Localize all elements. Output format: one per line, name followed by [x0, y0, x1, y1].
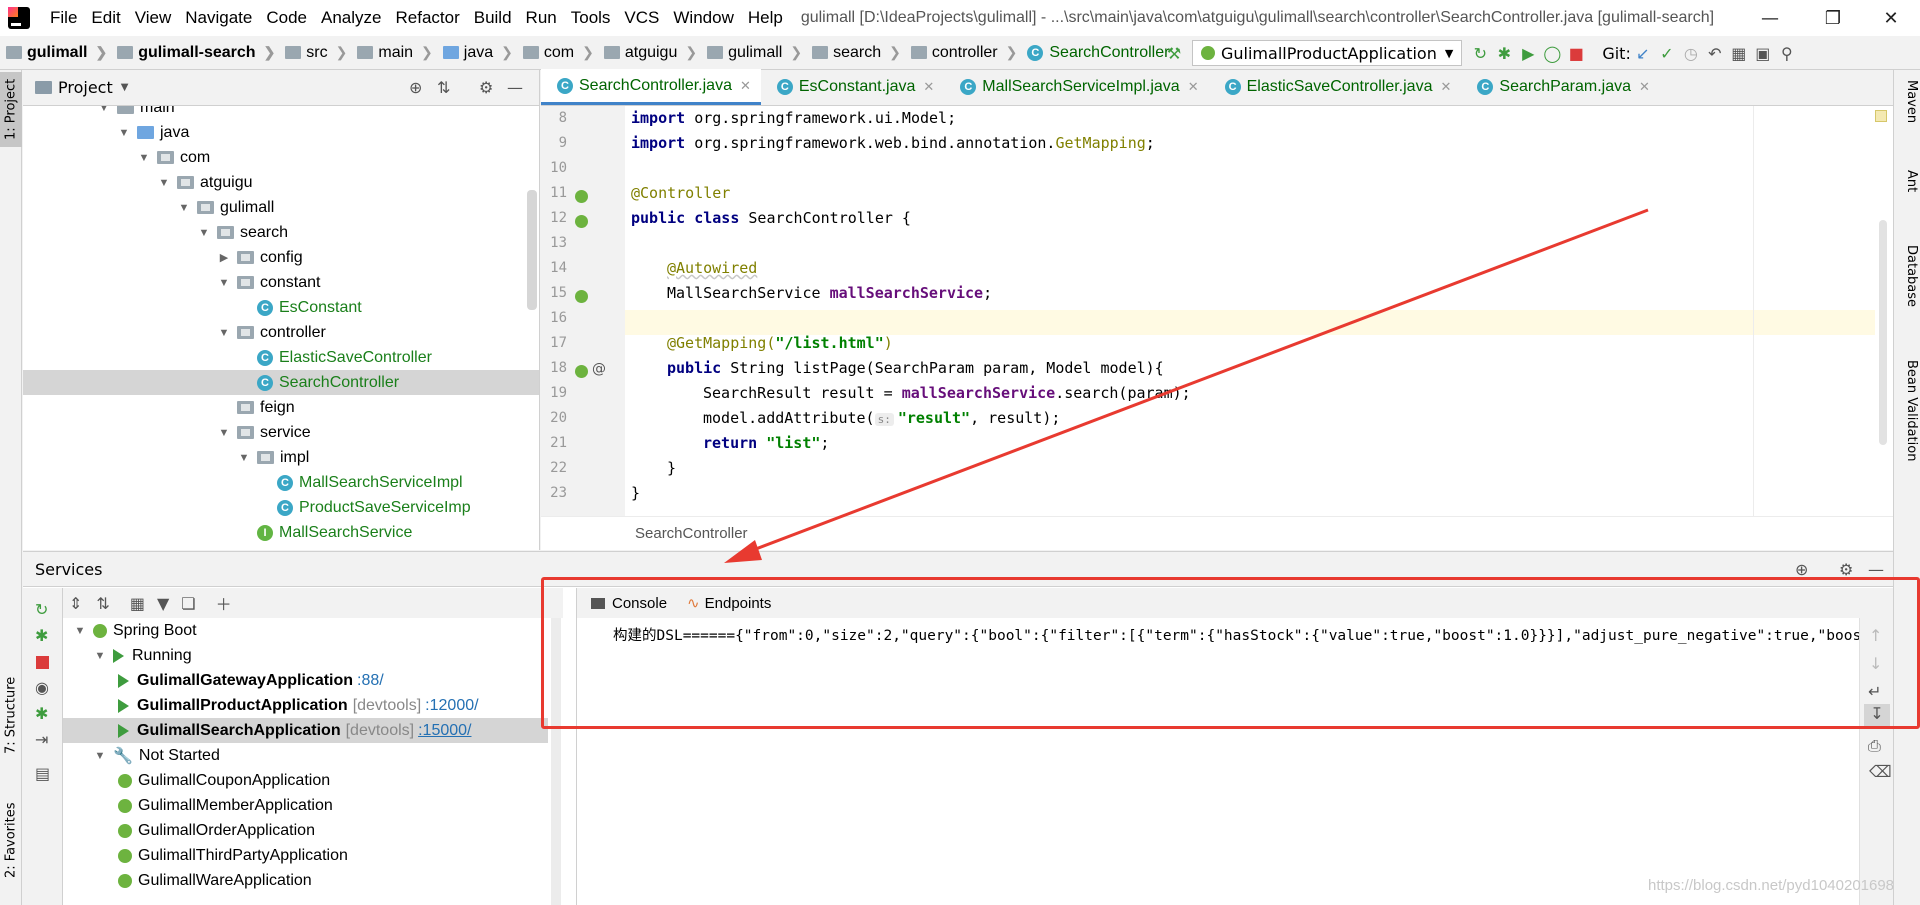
annotation-arrow [724, 208, 1649, 563]
watermark: https://blog.csdn.net/pyd1040201698 [1648, 877, 1895, 894]
